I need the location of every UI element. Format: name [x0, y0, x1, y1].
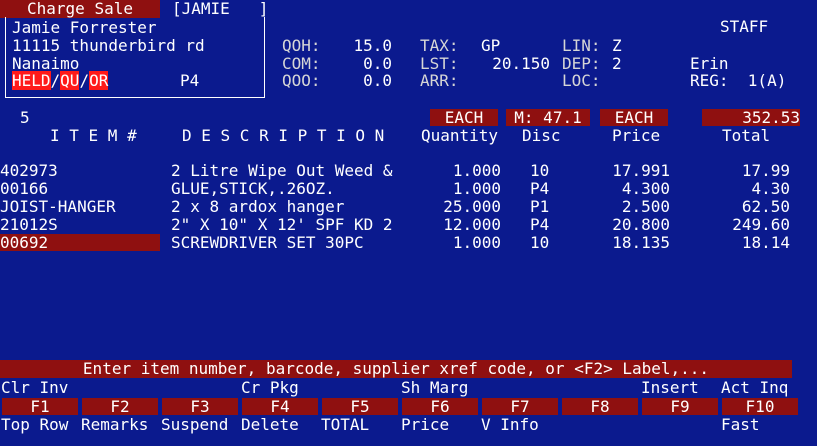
dep-label: DEP: — [562, 54, 601, 73]
line-number: 5 — [20, 108, 30, 127]
fkey-bottom-label: Delete — [241, 415, 299, 434]
item-quantity: 1.000 — [452, 233, 501, 252]
margin-field[interactable]: M: 47.1 — [506, 109, 590, 126]
fkey-bottom-label: Suspend — [161, 415, 229, 434]
col-total: Total — [722, 126, 771, 145]
item-quantity: 1.000 — [452, 161, 501, 180]
arr-label: ARR: — [420, 71, 459, 90]
item-number: 00166 — [0, 179, 49, 198]
fkey-button-5[interactable]: F5 — [322, 398, 398, 415]
mode-title: Charge Sale — [0, 0, 160, 18]
qoo-label: QOO: — [282, 71, 321, 90]
item-price: 4.300 — [621, 179, 670, 198]
quote-flag[interactable]: QU — [60, 71, 80, 90]
fkey-bottom-label: V Info — [481, 415, 539, 434]
item-description: 2 x 8 ardox hanger — [171, 197, 345, 216]
price-level: P4 — [180, 71, 200, 90]
item-disc: P4 — [530, 179, 550, 198]
total-sum: 352.53 — [702, 109, 800, 126]
item-price: 20.800 — [612, 215, 670, 234]
tax-value: GP — [481, 36, 501, 55]
command-prompt: Enter item number, barcode, supplier xre… — [0, 360, 792, 378]
fkey-button-8[interactable]: F8 — [562, 398, 638, 415]
fkey-button-6[interactable]: F6 — [402, 398, 478, 415]
col-disc: Disc — [522, 126, 561, 145]
fkey-bottom-label: Remarks — [81, 415, 149, 434]
com-label: COM: — [282, 54, 321, 73]
unit-field[interactable]: EACH — [430, 109, 498, 126]
item-price: 2.500 — [621, 197, 670, 216]
item-description: 2 Litre Wipe Out Weed & — [171, 161, 393, 180]
fkey-button-1[interactable]: F1 — [2, 398, 78, 415]
col-price: Price — [612, 126, 661, 145]
lin-label: LIN: — [562, 36, 601, 55]
customer-address: 11115 thunderbird rd — [12, 36, 205, 55]
fkey-button-3[interactable]: F3 — [162, 398, 238, 415]
item-number: 402973 — [0, 161, 58, 180]
item-description: 2" X 10" X 12' SPF KD 2 — [171, 215, 393, 234]
loc-label: LOC: — [562, 71, 601, 90]
price-unit-field[interactable]: EACH — [600, 109, 668, 126]
col-item: I T E M # — [50, 126, 137, 145]
item-disc: P1 — [530, 197, 550, 216]
com-value: 0.0 — [363, 54, 392, 73]
customer-name: Jamie Forrester — [12, 18, 157, 37]
item-total: 62.50 — [741, 197, 790, 216]
fkey-button-7[interactable]: F7 — [482, 398, 558, 415]
item-total: 249.60 — [732, 215, 790, 234]
item-number: 00692 — [0, 233, 49, 252]
fkey-button-10[interactable]: F10 — [722, 398, 798, 415]
fkey-bottom-label: Price — [401, 415, 450, 434]
role-label: STAFF — [720, 17, 769, 36]
fkey-top-label: Insert — [641, 378, 699, 397]
tax-label: TAX: — [420, 36, 459, 55]
lst-label: LST: — [420, 54, 459, 73]
item-price: 18.135 — [612, 233, 670, 252]
fkey-top-label: Act Inq — [721, 378, 789, 397]
item-disc: P4 — [530, 215, 550, 234]
register-label: REG: 1(A) — [690, 71, 787, 90]
fkey-button-2[interactable]: F2 — [82, 398, 158, 415]
item-total: 17.99 — [741, 161, 790, 180]
item-quantity: 1.000 — [452, 179, 501, 198]
fkey-top-label: Cr Pkg — [241, 378, 299, 397]
account-code[interactable]: [JAMIE ] — [172, 0, 268, 17]
item-number: 21012S — [0, 215, 58, 234]
clerk-name: Erin — [690, 54, 729, 73]
col-quantity: Quantity — [421, 126, 499, 145]
col-description: D E S C R I P T I O N — [182, 126, 385, 145]
order-flag[interactable]: OR — [89, 71, 109, 90]
status-flags: HELD/QU/OR — [12, 71, 109, 90]
lin-value: Z — [612, 36, 622, 55]
item-quantity: 25.000 — [443, 197, 501, 216]
item-total: 18.14 — [741, 233, 790, 252]
fkey-top-label: Sh Marg — [401, 378, 469, 397]
fkey-button-9[interactable]: F9 — [642, 398, 718, 415]
fkey-bottom-label: Fast — [721, 415, 760, 434]
customer-city: Nanaimo — [12, 54, 80, 73]
item-total: 4.30 — [751, 179, 790, 198]
qoh-value: 15.0 — [353, 36, 392, 55]
qoo-value: 0.0 — [363, 71, 392, 90]
dep-value: 2 — [612, 54, 622, 73]
item-description: SCREWDRIVER SET 30PC — [171, 233, 364, 252]
lst-value: 20.150 — [492, 54, 550, 73]
fkey-top-label: Clr Inv — [1, 378, 69, 397]
item-disc: 10 — [530, 161, 550, 180]
item-disc: 10 — [530, 233, 550, 252]
item-description: GLUE,STICK,.26OZ. — [171, 179, 335, 198]
fkey-bottom-label: Top Row — [1, 415, 69, 434]
slash: / — [50, 71, 61, 90]
fkey-button-4[interactable]: F4 — [242, 398, 318, 415]
fkey-bottom-label: TOTAL — [321, 415, 370, 434]
item-number: JOIST-HANGER — [0, 197, 116, 216]
held-flag[interactable]: HELD — [12, 71, 51, 90]
item-price: 17.991 — [612, 161, 670, 180]
slash: / — [79, 71, 90, 90]
item-quantity: 12.000 — [443, 215, 501, 234]
qoh-label: QOH: — [282, 36, 321, 55]
